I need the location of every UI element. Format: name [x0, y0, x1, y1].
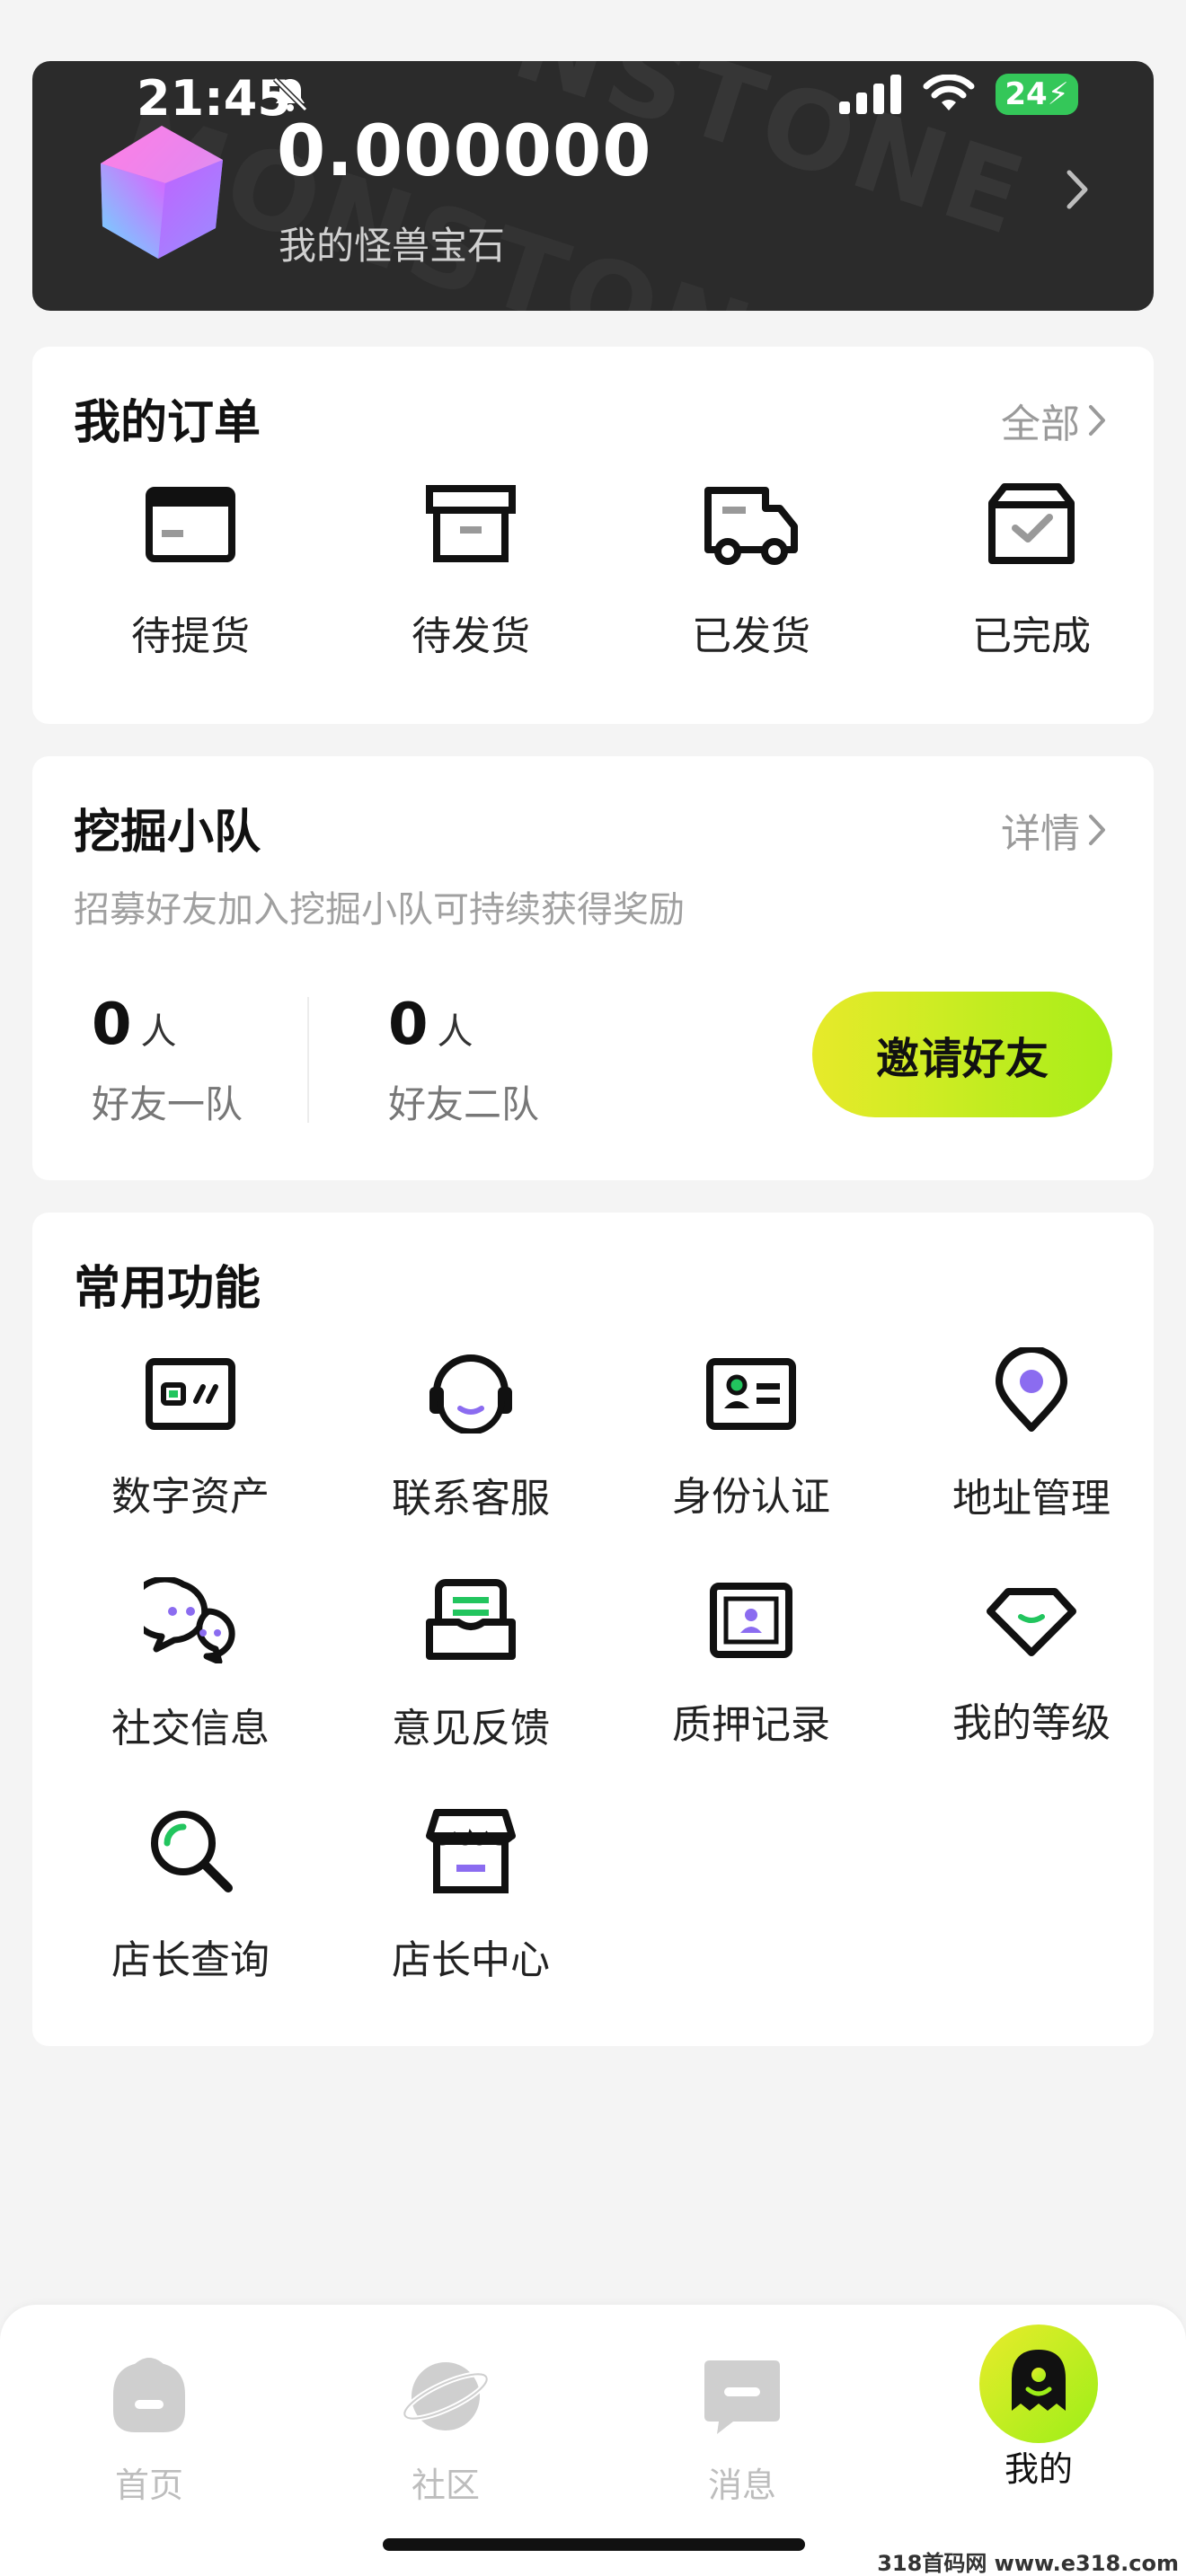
home-indicator	[383, 2538, 805, 2551]
store-icon	[426, 1809, 516, 1893]
magnifier-icon	[151, 1811, 233, 1892]
watermark: 318首码网 www.e318.com	[877, 2551, 1179, 2576]
level-gem-icon	[987, 1588, 1076, 1656]
order-label: 已完成	[972, 613, 1091, 659]
func-digital-assets[interactable]: 数字资产	[83, 1356, 298, 1522]
feedback-inbox-icon	[426, 1579, 516, 1660]
cellular-signal-icon	[839, 75, 901, 114]
common-functions-card: 常用功能 数字资产 联系客服 身份认证 地址管理 社交信息 意见反馈 质押记录 …	[32, 1213, 1154, 2046]
package-check-icon	[988, 483, 1075, 564]
orders-card: 我的订单 全部 待提货 待发货 已发货 已完成	[32, 347, 1154, 724]
func-label: 社交信息	[111, 1706, 270, 1751]
team-details-label: 详情	[1001, 811, 1080, 857]
func-label: 我的等级	[952, 1700, 1111, 1746]
battery-indicator: 24 ⚡	[996, 74, 1078, 115]
tab-home[interactable]: 首页	[59, 2353, 239, 2507]
func-my-level[interactable]: 我的等级	[924, 1586, 1139, 1748]
battery-level: 24	[1005, 76, 1048, 112]
func-label: 意见反馈	[392, 1706, 550, 1751]
orders-title: 我的订单	[74, 396, 261, 450]
func-store-manager-query[interactable]: 店长查询	[83, 1805, 298, 1985]
team-name: 好友二队	[388, 1082, 540, 1126]
status-time: 21:45	[137, 70, 291, 127]
truck-icon	[704, 487, 798, 565]
location-pin-icon	[996, 1347, 1067, 1432]
chat-bubbles-icon	[144, 1577, 235, 1663]
func-label: 店长查询	[111, 1937, 270, 1983]
team-details-link[interactable]: 详情	[1001, 801, 1107, 859]
func-pledge-records[interactable]: 质押记录	[643, 1581, 859, 1750]
team-count: 0	[388, 992, 429, 1058]
digging-team-card: 挖掘小队 详情 招募好友加入挖掘小队可持续获得奖励 0人 好友一队 0人 好友二…	[32, 756, 1154, 1180]
func-feedback[interactable]: 意见反馈	[363, 1577, 579, 1753]
headset-icon	[429, 1354, 512, 1434]
gem-balance-label: 我的怪兽宝石	[279, 224, 506, 268]
wallet-icon	[146, 1358, 235, 1430]
func-label: 数字资产	[111, 1474, 270, 1520]
team-name: 好友一队	[92, 1082, 243, 1126]
gem-balance-value: 0.000000	[277, 111, 652, 192]
team-subtitle: 招募好友加入挖掘小队可持续获得奖励	[74, 889, 685, 931]
func-label: 质押记录	[672, 1702, 830, 1748]
divider	[307, 997, 309, 1123]
tab-label: 消息	[707, 2466, 776, 2505]
order-label: 待提货	[131, 613, 250, 659]
func-customer-service[interactable]: 联系客服	[363, 1347, 579, 1523]
pledge-record-icon	[710, 1583, 792, 1658]
chevron-right-icon	[1089, 815, 1105, 845]
func-identity-verification[interactable]: 身份认证	[643, 1356, 859, 1522]
func-label: 联系客服	[392, 1476, 550, 1522]
team-unit: 人	[437, 1011, 474, 1053]
func-social-info[interactable]: 社交信息	[83, 1577, 298, 1753]
orders-view-all-link[interactable]: 全部	[1001, 392, 1107, 449]
box-icon	[426, 485, 516, 562]
tab-label: 社区	[411, 2466, 480, 2505]
team-second-stat: 0人 好友二队	[388, 992, 539, 1129]
func-store-manager-center[interactable]: 店长中心	[363, 1805, 579, 1985]
tab-profile[interactable]: 我的	[949, 2325, 1128, 2491]
func-address-management[interactable]: 地址管理	[924, 1347, 1139, 1523]
wifi-icon	[923, 75, 975, 110]
team-title: 挖掘小队	[74, 806, 261, 860]
tab-label: 首页	[114, 2466, 183, 2505]
team-count: 0	[92, 992, 132, 1058]
invite-friends-button[interactable]: 邀请好友	[812, 992, 1112, 1117]
card-icon	[146, 487, 235, 562]
order-shipped[interactable]: 已发货	[643, 481, 859, 661]
func-label: 店长中心	[392, 1937, 550, 1983]
order-pending-shipment[interactable]: 待发货	[363, 481, 579, 661]
orders-view-all-label: 全部	[1001, 401, 1080, 447]
order-completed[interactable]: 已完成	[924, 481, 1139, 661]
bottom-tab-bar: 首页 社区 消息 我的	[0, 2305, 1186, 2576]
tab-community[interactable]: 社区	[356, 2353, 535, 2507]
chevron-right-icon	[1089, 405, 1105, 436]
tab-label: 我的	[1004, 2449, 1073, 2489]
order-label: 待发货	[412, 613, 530, 659]
gem-icon	[101, 126, 223, 259]
func-label: 地址管理	[952, 1476, 1111, 1522]
profile-ghost-icon	[979, 2325, 1098, 2443]
tab-messages[interactable]: 消息	[652, 2353, 832, 2507]
bell-muted-icon	[272, 76, 308, 112]
message-icon	[704, 2360, 780, 2434]
team-first-stat: 0人 好友一队	[92, 992, 243, 1129]
func-label: 身份认证	[672, 1474, 830, 1520]
planet-icon	[402, 2362, 490, 2430]
id-card-icon	[706, 1358, 796, 1430]
team-unit: 人	[140, 1011, 177, 1053]
gem-balance-card[interactable]: MONSTONE MONSTONE 21:45 24 ⚡ 0.000000 我的…	[32, 61, 1154, 311]
home-icon	[113, 2358, 185, 2432]
chevron-right-icon	[1067, 170, 1088, 209]
functions-title: 常用功能	[74, 1262, 261, 1316]
order-label: 已发货	[692, 613, 810, 659]
order-pending-pickup[interactable]: 待提货	[83, 481, 298, 661]
